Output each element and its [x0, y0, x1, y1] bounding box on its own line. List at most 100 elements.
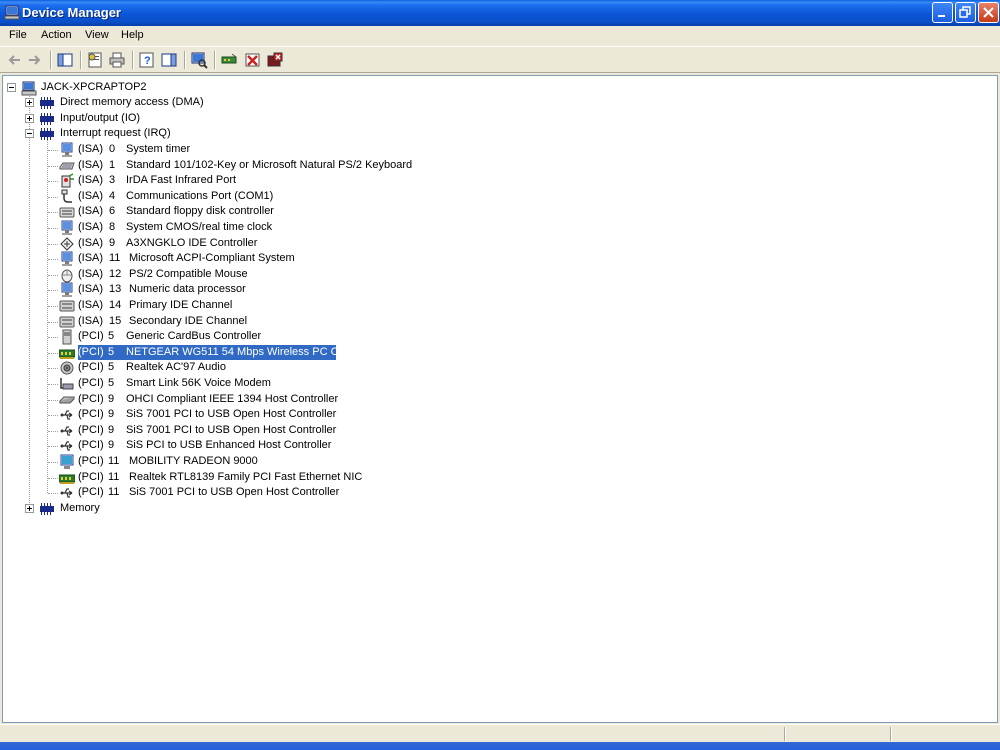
toolbar: ?	[0, 46, 1000, 73]
device-irq: 9	[108, 424, 115, 436]
uninstall-device-icon[interactable]	[266, 51, 284, 69]
irq-device-row[interactable]: (PCI) 9 SiS PCI to USB Enhanced Host Contr…	[3, 438, 903, 453]
irq-device-row[interactable]: (ISA) 0 System timer	[3, 142, 903, 157]
device-irq: 15	[109, 315, 122, 327]
irq-device-row[interactable]: (PCI) 11 SiS 7001 PCI to USB Open Host Con…	[3, 485, 903, 500]
device-name: MOBILITY RADEON 9000	[129, 455, 258, 467]
device-name: PS/2 Compatible Mouse	[129, 268, 248, 280]
menu-view[interactable]: View	[85, 29, 109, 41]
ide-channel-icon	[59, 316, 75, 328]
device-bus: (PCI)	[78, 346, 104, 358]
help-icon[interactable]: ?	[138, 51, 156, 69]
expand-icon[interactable]	[25, 504, 34, 513]
device-name: A3XNGKLO IDE Controller	[126, 237, 258, 249]
menu-bar: File Action View Help	[0, 26, 1000, 46]
computer-icon	[21, 81, 37, 96]
maximize-button[interactable]	[955, 2, 976, 23]
device-bus: (ISA)	[78, 143, 104, 155]
tree-category-io[interactable]: Input/output (IO)	[3, 111, 903, 126]
device-bus: (ISA)	[78, 174, 104, 186]
irq-device-row[interactable]: (ISA) 8 System CMOS/real time clock	[3, 220, 903, 235]
show-hide-console-tree-icon[interactable]	[56, 51, 74, 69]
device-irq: 11	[108, 486, 120, 498]
menu-file[interactable]: File	[9, 29, 27, 41]
chip-icon	[40, 113, 54, 125]
system-device-icon	[61, 251, 73, 266]
tree-category-irq[interactable]: Interrupt request (IRQ)	[3, 126, 903, 141]
expand-icon[interactable]	[25, 114, 34, 123]
device-bus: (PCI)	[78, 439, 104, 451]
tree-category-memory[interactable]: Memory	[3, 501, 903, 516]
device-name: Realtek AC'97 Audio	[126, 361, 226, 373]
print-icon[interactable]	[108, 51, 126, 69]
modem-icon	[60, 378, 74, 390]
tree-root[interactable]: JACK-XPCRAPTOP2	[3, 80, 903, 96]
irq-device-row[interactable]: (ISA) 4 Communications Port (COM1)	[3, 189, 903, 204]
chip-icon	[40, 128, 54, 140]
minimize-button[interactable]	[932, 2, 953, 23]
irq-device-row[interactable]: (ISA) 15 Secondary IDE Channel	[3, 314, 903, 329]
device-irq: 5	[108, 361, 115, 373]
irq-device-row[interactable]: (PCI) 9 SiS 7001 PCI to USB Open Host Cont…	[3, 407, 903, 422]
usb-icon	[60, 426, 73, 436]
menu-action[interactable]: Action	[41, 29, 72, 41]
irq-device-row[interactable]: (PCI) 11 Realtek RTL8139 Family PCI Fast E…	[3, 470, 903, 485]
show-hide-action-pane-icon[interactable]	[160, 51, 178, 69]
svg-text:?: ?	[144, 55, 151, 67]
irq-device-row[interactable]: (ISA) 3 IrDA Fast Infrared Port	[3, 173, 903, 188]
usb-icon	[60, 410, 73, 420]
irq-device-row[interactable]: (ISA) 13 Numeric data processor	[3, 282, 903, 297]
irq-device-row[interactable]: (ISA) 12 PS/2 Compatible Mouse	[3, 267, 903, 283]
chip-icon	[40, 503, 54, 515]
mouse-icon	[61, 269, 73, 283]
back-icon[interactable]	[6, 51, 24, 69]
irq-device-row[interactable]: (ISA) 6 Standard floppy disk controller	[3, 204, 903, 219]
update-driver-icon[interactable]	[220, 51, 238, 69]
network-adapter-icon	[59, 474, 75, 484]
forward-icon[interactable]	[26, 51, 44, 69]
scsi-controller-icon	[60, 237, 74, 251]
collapse-icon[interactable]	[25, 129, 34, 138]
toolbar-separator	[80, 51, 82, 69]
status-separator	[784, 727, 786, 741]
device-name: SiS 7001 PCI to USB Open Host Controller	[126, 424, 337, 436]
irq-device-row[interactable]: (ISA) 14 Primary IDE Channel	[3, 298, 903, 313]
close-icon	[983, 7, 994, 18]
irq-device-row[interactable]: (PCI) 5 Smart Link 56K Voice Modem	[3, 376, 903, 391]
device-bus: (ISA)	[78, 237, 104, 249]
device-irq: 8	[109, 221, 116, 233]
device-irq: 9	[108, 393, 115, 405]
tree-category-dma[interactable]: Direct memory access (DMA)	[3, 95, 903, 110]
title-bar[interactable]: Device Manager	[0, 0, 1000, 26]
toolbar-separator	[184, 51, 186, 69]
irq-device-row[interactable]: (PCI) 9 OHCI Compliant IEEE 1394 Host Cont…	[3, 392, 903, 407]
irq-device-row[interactable]: (PCI) 9 SiS 7001 PCI to USB Open Host Cont…	[3, 423, 903, 438]
scan-hardware-icon[interactable]	[190, 51, 208, 69]
menu-help[interactable]: Help	[121, 29, 144, 41]
audio-icon	[60, 361, 74, 375]
maximize-icon	[959, 6, 971, 18]
irq-device-row[interactable]: (ISA) 9 A3XNGKLO IDE Controller	[3, 236, 903, 251]
irq-device-row[interactable]: (ISA) 1 Standard 101/102-Key or Microsoft …	[3, 158, 903, 173]
collapse-icon[interactable]	[7, 83, 16, 92]
device-irq: 9	[108, 439, 115, 451]
irq-device-row[interactable]: (PCI) 11 MOBILITY RADEON 9000	[3, 454, 903, 469]
device-name: Standard floppy disk controller	[126, 205, 274, 217]
expand-icon[interactable]	[25, 98, 34, 107]
close-button[interactable]	[978, 2, 999, 23]
properties-icon[interactable]	[86, 51, 104, 69]
toolbar-separator	[132, 51, 134, 69]
irq-device-row[interactable]: (PCI) 5 Generic CardBus Controller	[3, 329, 903, 345]
device-bus: (PCI)	[78, 377, 104, 389]
device-irq: 4	[109, 190, 116, 202]
computer-icon	[4, 5, 20, 20]
disable-device-icon[interactable]	[244, 51, 262, 69]
irq-device-row[interactable]: (PCI) 5 Realtek AC'97 Audio	[3, 360, 903, 375]
irq-device-row[interactable]: (PCI) 5 NETGEAR WG511 54 Mbps Wireless PC …	[3, 345, 903, 360]
device-name: Primary IDE Channel	[129, 299, 233, 311]
keyboard-icon	[59, 162, 75, 170]
pcmcia-icon	[62, 329, 72, 345]
irq-device-row[interactable]: (ISA) 11 Microsoft ACPI-Compliant System	[3, 251, 903, 266]
device-tree[interactable]: JACK-XPCRAPTOP2 Direct memory access (DM…	[2, 75, 998, 723]
device-name: Communications Port (COM1)	[126, 190, 274, 202]
